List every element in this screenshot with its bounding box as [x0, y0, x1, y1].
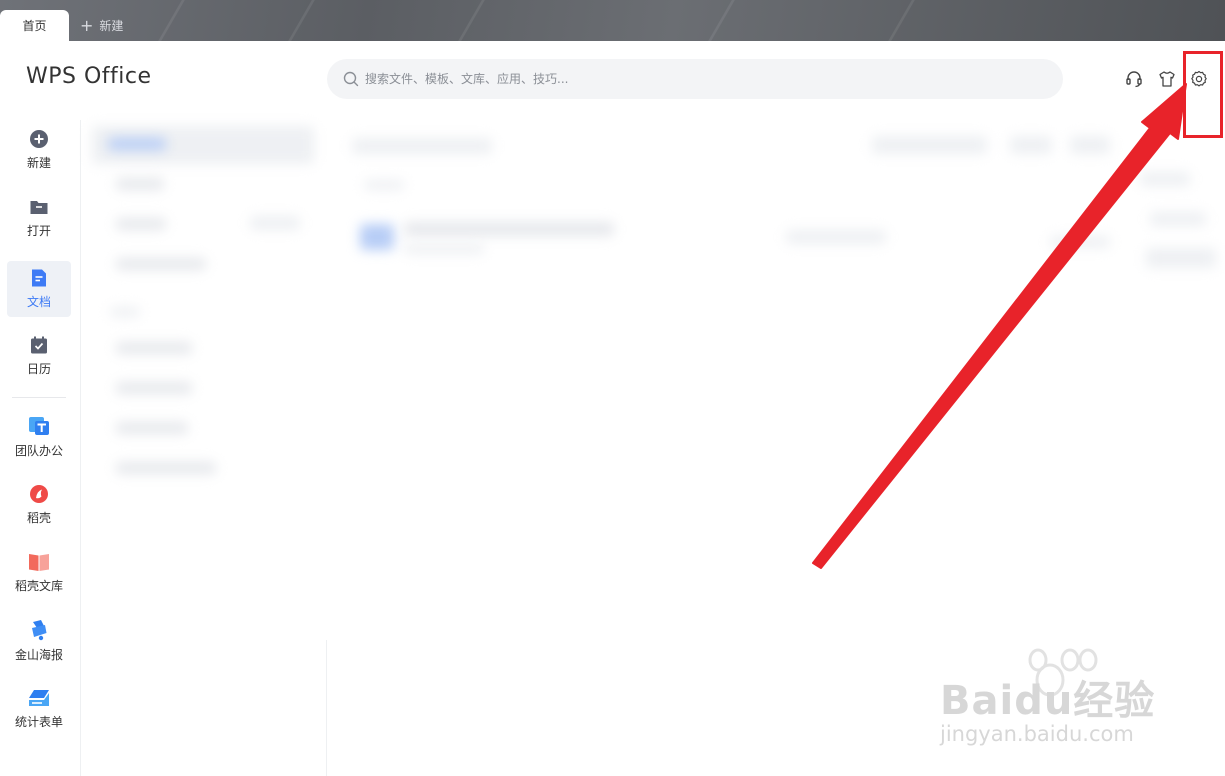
watermark-url: jingyan.baidu.com	[940, 722, 1134, 746]
watermark-brand: Baidu经验	[940, 678, 1156, 724]
